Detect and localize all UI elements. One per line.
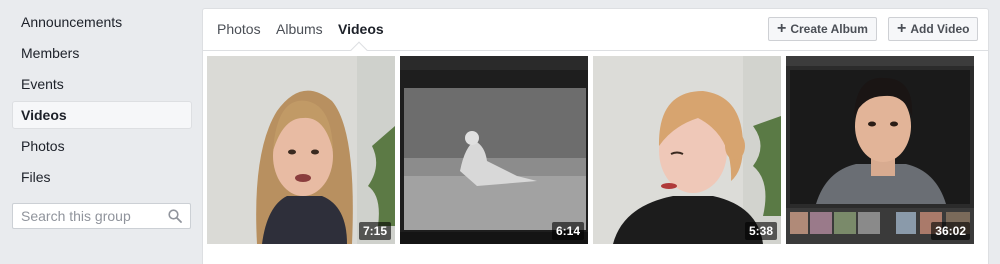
sidebar-item-announcements[interactable]: Announcements xyxy=(12,8,192,36)
plus-icon: + xyxy=(897,20,907,37)
create-album-label: Create Album xyxy=(790,22,868,36)
video-duration: 6:14 xyxy=(551,222,584,240)
sidebar-item-photos[interactable]: Photos xyxy=(12,132,192,160)
video-thumbnail-3[interactable]: 5:38 xyxy=(593,56,781,244)
video-thumbnail-1[interactable]: 7:15 xyxy=(207,56,395,244)
media-tabbar: Photos Albums Videos + Create Album + Ad… xyxy=(203,9,988,59)
media-panel: Photos Albums Videos + Create Album + Ad… xyxy=(202,8,989,264)
group-sidebar: Announcements Members Events Videos Phot… xyxy=(12,8,192,194)
sidebar-item-members[interactable]: Members xyxy=(12,39,192,67)
video-frame-3 xyxy=(593,56,781,244)
search-icon[interactable] xyxy=(168,209,182,223)
sidebar-item-events[interactable]: Events xyxy=(12,70,192,98)
add-video-label: Add Video xyxy=(910,22,970,36)
video-duration: 7:15 xyxy=(358,222,391,240)
video-thumbnail-4[interactable]: 36:02 xyxy=(786,56,974,244)
sidebar-item-files[interactable]: Files xyxy=(12,163,192,191)
video-frame-1 xyxy=(207,56,395,244)
create-album-button[interactable]: + Create Album xyxy=(768,17,877,41)
group-search-box xyxy=(12,203,191,229)
video-frame-4 xyxy=(786,56,974,244)
video-thumbnail-2[interactable]: 6:14 xyxy=(400,56,588,244)
plus-icon: + xyxy=(777,20,787,37)
sidebar-item-videos[interactable]: Videos xyxy=(12,101,192,129)
group-search-input[interactable] xyxy=(21,208,161,224)
add-video-button[interactable]: + Add Video xyxy=(888,17,979,41)
tab-albums[interactable]: Albums xyxy=(276,21,323,37)
video-duration: 5:38 xyxy=(744,222,777,240)
video-duration: 36:02 xyxy=(931,222,970,240)
video-frame-2 xyxy=(400,56,588,244)
tab-photos[interactable]: Photos xyxy=(217,21,261,37)
tab-videos[interactable]: Videos xyxy=(338,21,384,37)
